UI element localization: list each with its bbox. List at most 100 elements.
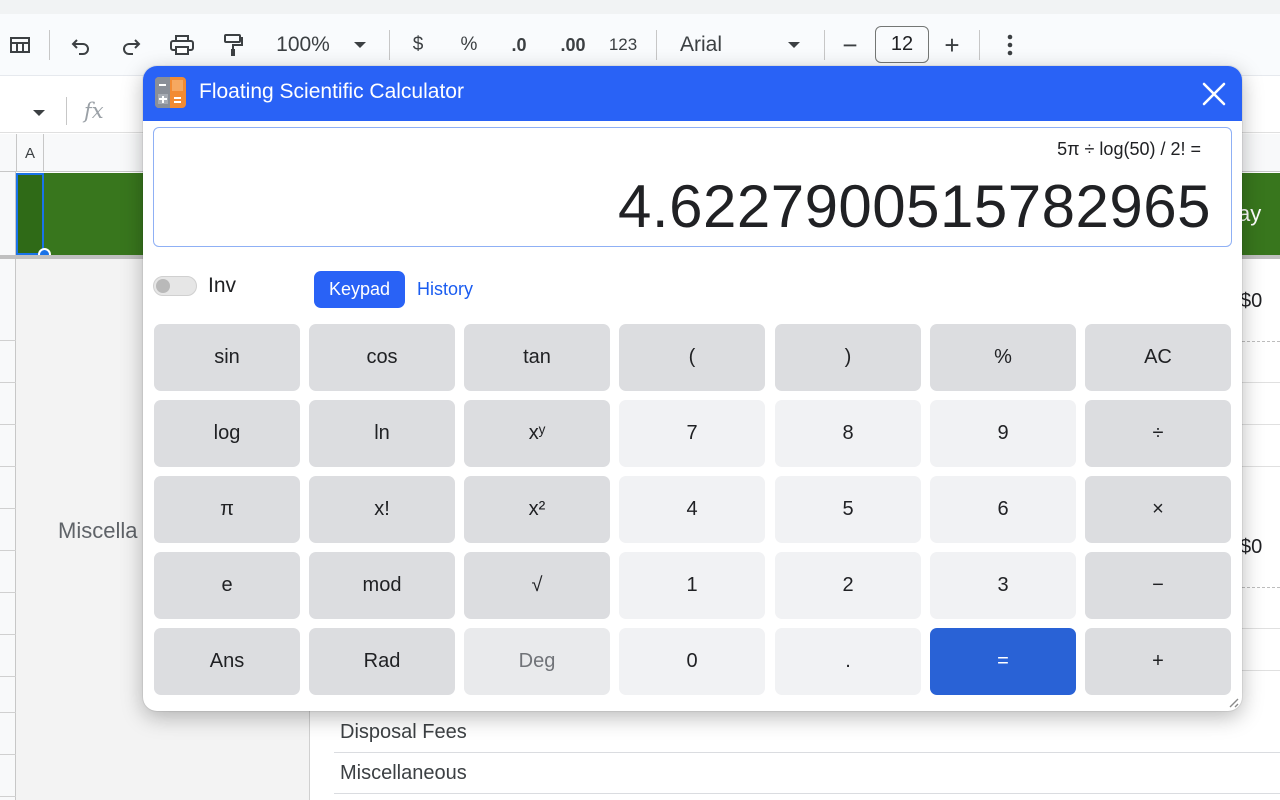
key-4[interactable]: 4 <box>619 476 765 543</box>
increase-decimal-label: .00 <box>560 34 586 55</box>
key-power[interactable]: xʸ <box>464 400 610 467</box>
row-divider <box>0 424 16 425</box>
key-7[interactable]: 7 <box>619 400 765 467</box>
key-e[interactable]: e <box>154 552 300 619</box>
fx-icon: fx <box>84 99 104 123</box>
row-divider <box>0 634 16 635</box>
calculator-window[interactable]: Floating Scientific Calculator 5π ÷ log(… <box>143 66 1242 711</box>
key-close-paren[interactable]: ) <box>775 324 921 391</box>
zoom-dropdown-arrow-icon[interactable] <box>348 30 372 60</box>
cell-border <box>1242 628 1280 629</box>
cell-border <box>1242 670 1280 671</box>
key-equals[interactable]: = <box>930 628 1076 695</box>
row-divider <box>0 550 16 551</box>
percent-format-button[interactable]: % <box>454 30 484 60</box>
table-icon[interactable] <box>6 30 34 60</box>
key-pi[interactable]: π <box>154 476 300 543</box>
column-header-a[interactable]: A <box>16 134 44 172</box>
resize-grip-icon[interactable] <box>1226 695 1240 709</box>
key-deg[interactable]: Deg <box>464 628 610 695</box>
amount-cell[interactable]: $0 <box>1240 290 1262 313</box>
calculator-titlebar[interactable]: Floating Scientific Calculator <box>143 66 1242 121</box>
key-add[interactable]: + <box>1085 628 1231 695</box>
key-1[interactable]: 1 <box>619 552 765 619</box>
currency-format-button[interactable]: $ <box>404 30 432 60</box>
toggle-knob <box>156 279 170 293</box>
key-2[interactable]: 2 <box>775 552 921 619</box>
font-size-increase-button[interactable]: + <box>938 30 966 60</box>
decrease-decimal-button[interactable]: .0 <box>502 30 536 60</box>
expense-row[interactable]: Disposal Fees <box>334 712 1280 753</box>
name-box-dropdown-icon[interactable] <box>32 104 46 122</box>
toolbar-separator <box>49 30 50 60</box>
cell-border <box>1242 341 1280 342</box>
inverse-label: Inv <box>208 274 237 297</box>
decrease-decimal-label: .0 <box>511 34 527 55</box>
key-ln[interactable]: ln <box>309 400 455 467</box>
key-3[interactable]: 3 <box>930 552 1076 619</box>
cell-border <box>1242 382 1280 383</box>
toolbar-separator <box>389 30 390 60</box>
key-9[interactable]: 9 <box>930 400 1076 467</box>
font-dropdown-arrow-icon[interactable] <box>782 30 806 60</box>
result-text: 4.6227900515782965 <box>618 173 1211 240</box>
key-factorial[interactable]: x! <box>309 476 455 543</box>
inverse-toggle[interactable] <box>153 276 197 296</box>
category-cell-text: Miscella <box>58 518 138 543</box>
print-icon[interactable] <box>166 30 198 60</box>
cell-border <box>1242 466 1280 467</box>
key-multiply[interactable]: × <box>1085 476 1231 543</box>
font-size-decrease-button[interactable]: − <box>836 30 864 60</box>
calculator-display: 5π ÷ log(50) / 2! = 4.6227900515782965 <box>153 127 1232 247</box>
undo-icon[interactable] <box>66 30 96 60</box>
more-options-icon[interactable] <box>998 30 1022 60</box>
row-divider <box>0 754 16 755</box>
font-select[interactable]: Arial <box>680 30 740 60</box>
paint-format-icon[interactable] <box>218 30 248 60</box>
row-divider <box>0 796 16 797</box>
calculator-title: Floating Scientific Calculator <box>199 80 464 103</box>
tab-history[interactable]: History <box>417 279 473 300</box>
key-ans[interactable]: Ans <box>154 628 300 695</box>
toolbar-separator <box>656 30 657 60</box>
key-all-clear[interactable]: AC <box>1085 324 1231 391</box>
row-divider <box>0 712 16 713</box>
row-divider <box>0 508 16 509</box>
key-rad[interactable]: Rad <box>309 628 455 695</box>
key-mod[interactable]: mod <box>309 552 455 619</box>
tab-keypad[interactable]: Keypad <box>314 271 405 308</box>
row-divider <box>0 466 16 467</box>
key-cos[interactable]: cos <box>309 324 455 391</box>
key-square[interactable]: x² <box>464 476 610 543</box>
key-percent[interactable]: % <box>930 324 1076 391</box>
row-divider <box>0 340 16 341</box>
key-decimal[interactable]: . <box>775 628 921 695</box>
key-5[interactable]: 5 <box>775 476 921 543</box>
row-divider <box>0 676 16 677</box>
key-subtract[interactable]: − <box>1085 552 1231 619</box>
expense-row[interactable]: Miscellaneous <box>334 753 1280 794</box>
key-8[interactable]: 8 <box>775 400 921 467</box>
font-size-input[interactable]: 12 <box>875 26 929 63</box>
key-divide[interactable]: ÷ <box>1085 400 1231 467</box>
increase-decimal-button[interactable]: .00 <box>554 30 592 60</box>
key-sqrt[interactable]: √ <box>464 552 610 619</box>
key-tan[interactable]: tan <box>464 324 610 391</box>
zoom-select[interactable]: 100% <box>272 30 334 60</box>
key-sin[interactable]: sin <box>154 324 300 391</box>
selected-cell[interactable] <box>16 173 44 255</box>
toolbar-separator <box>824 30 825 60</box>
key-6[interactable]: 6 <box>930 476 1076 543</box>
redo-icon[interactable] <box>116 30 146 60</box>
row-divider <box>0 382 16 383</box>
browser-top-strip <box>0 0 1280 14</box>
key-open-paren[interactable]: ( <box>619 324 765 391</box>
row-divider <box>0 592 16 593</box>
close-icon[interactable] <box>1196 77 1232 111</box>
key-0[interactable]: 0 <box>619 628 765 695</box>
amount-cell[interactable]: $0 <box>1240 536 1262 559</box>
cell-border <box>1242 424 1280 425</box>
number-format-button[interactable]: 123 <box>606 30 640 60</box>
key-log[interactable]: log <box>154 400 300 467</box>
row-header-column <box>0 172 16 800</box>
